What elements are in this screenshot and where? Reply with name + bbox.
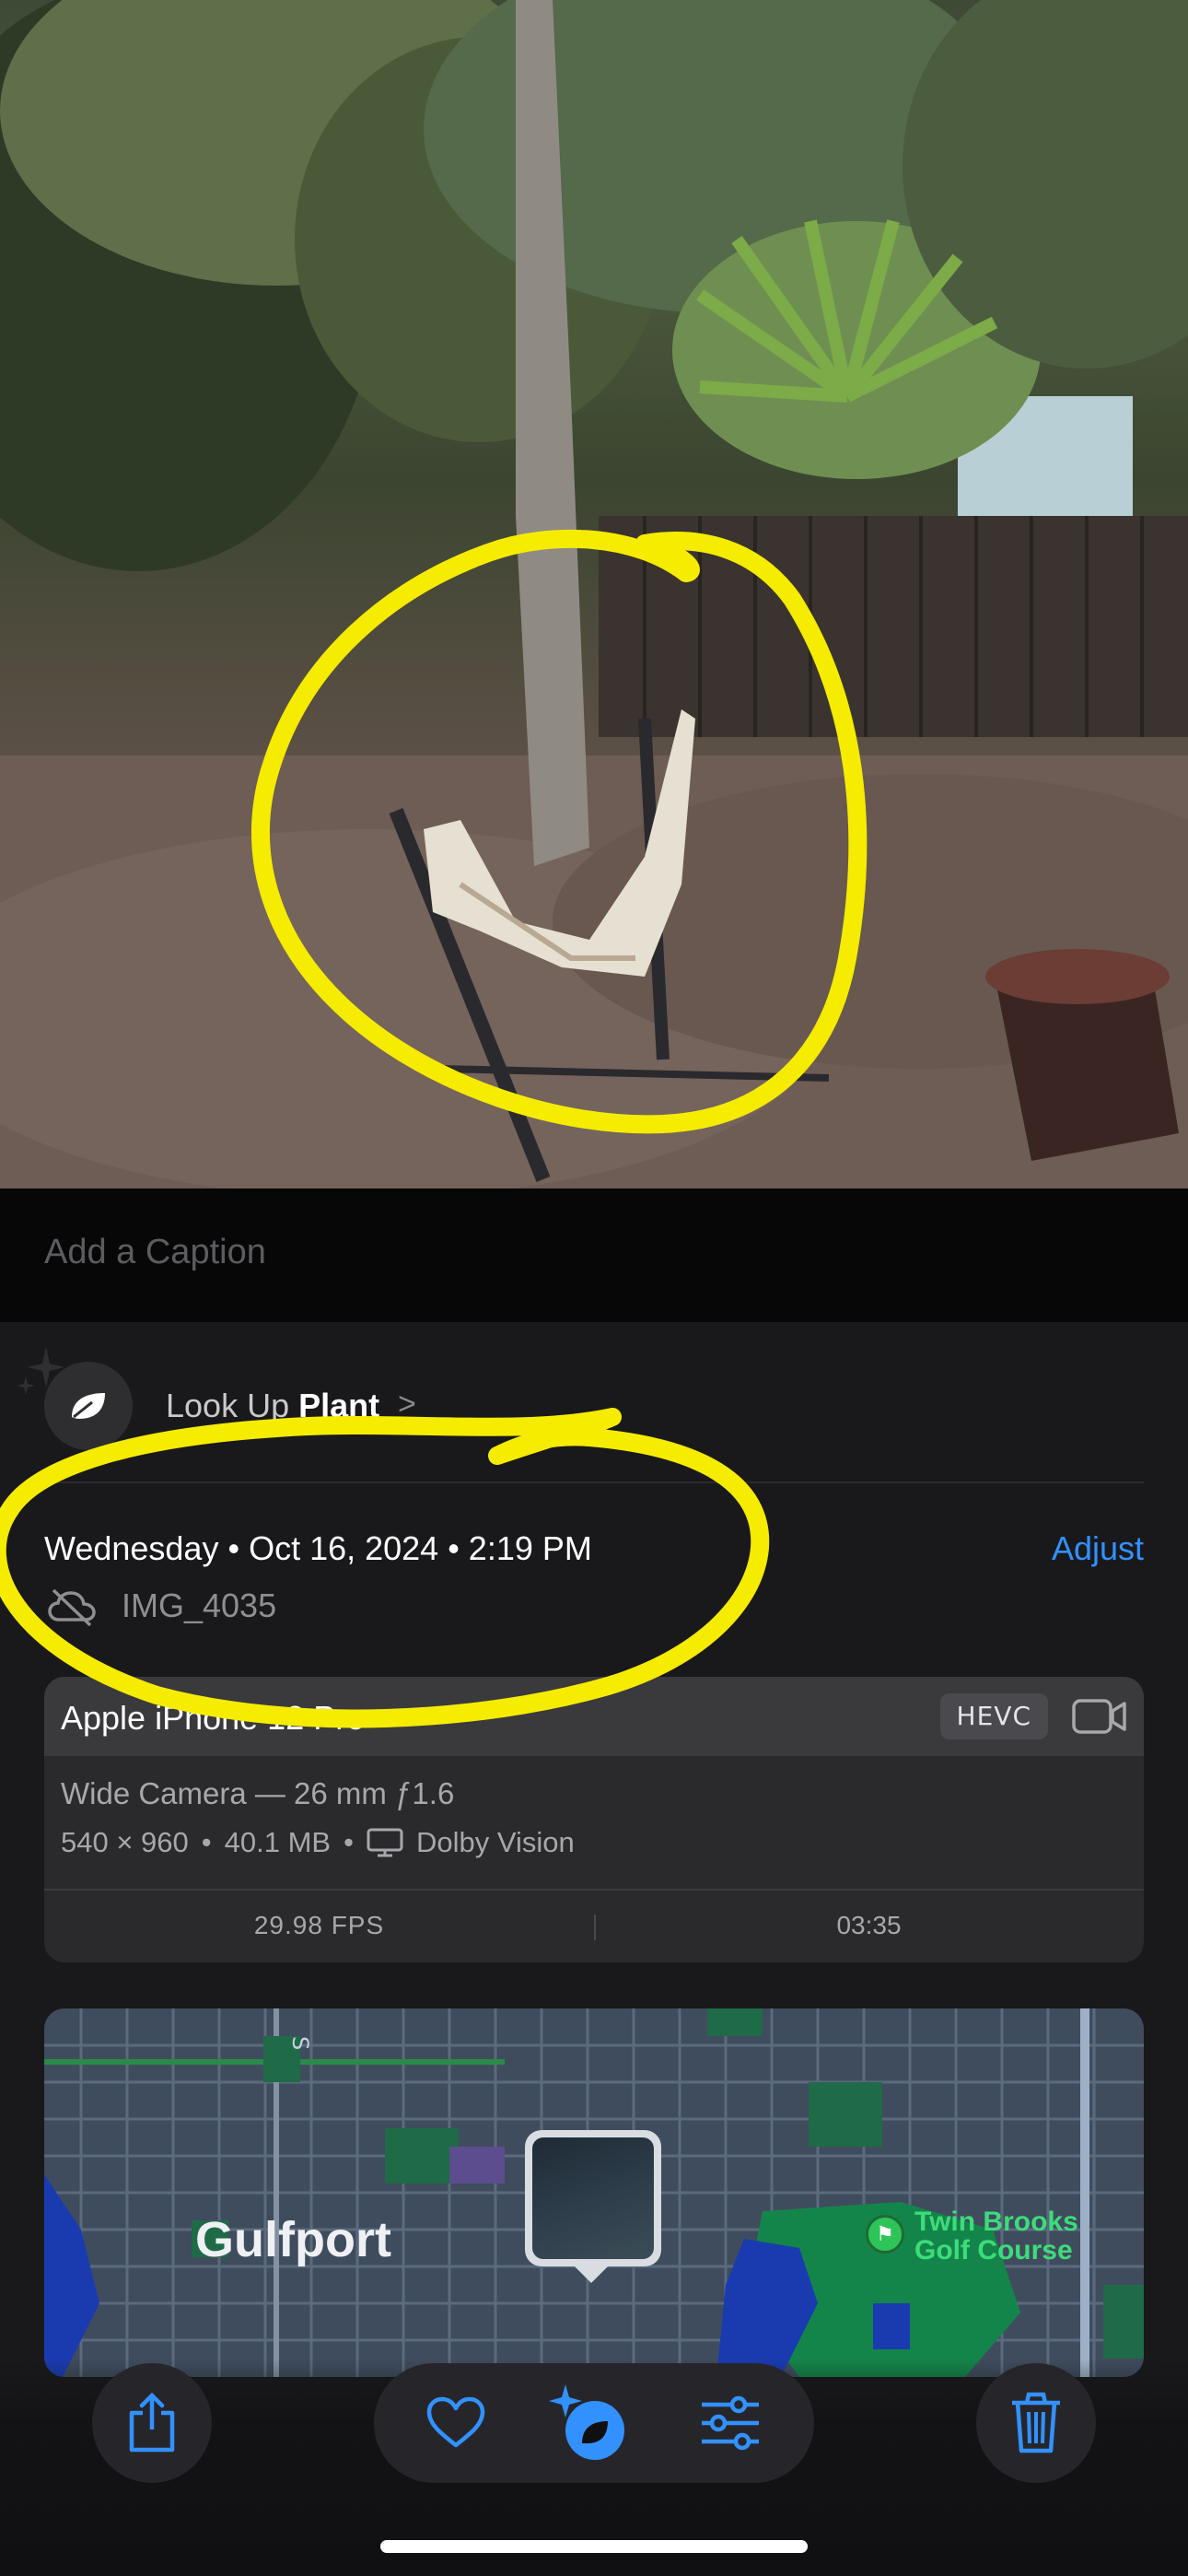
chevron-right-icon: > xyxy=(398,1387,416,1422)
divider xyxy=(44,1889,1144,1891)
map-city-label: Gulfport xyxy=(195,2212,391,2267)
video-duration: 03:35 xyxy=(836,1911,902,1939)
divider xyxy=(44,1481,1144,1483)
file-size: 40.1 MB xyxy=(224,1826,332,1858)
camera-card-header: Apple iPhone 12 Pro HEVC xyxy=(44,1677,1144,1756)
look-up-subject: Plant xyxy=(298,1387,380,1424)
visual-lookup-icon xyxy=(549,2384,624,2460)
format-badge: HEVC xyxy=(939,1693,1048,1739)
trash-icon xyxy=(1012,2392,1060,2453)
look-up-plant-link[interactable]: Look Up Plant xyxy=(166,1387,379,1425)
photo-image xyxy=(0,0,1188,1188)
poi-line-1: Twin Brooks xyxy=(914,2207,1078,2237)
poi-line-2: Golf Course xyxy=(914,2235,1073,2266)
capture-date: Wednesday • Oct 16, 2024 • 2:19 PM xyxy=(44,1529,592,1567)
heart-icon xyxy=(426,2396,485,2448)
street-label: S xyxy=(287,2036,313,2050)
hdr-format: Dolby Vision xyxy=(415,1826,575,1858)
video-specs: 540 × 960 • 40.1 MB • Dolby Vision xyxy=(61,1826,575,1859)
golf-flag-icon: ⚑ xyxy=(866,2215,904,2254)
photo-location-pin[interactable] xyxy=(525,2130,661,2266)
bullet: • xyxy=(201,1826,212,1858)
cloud-slash-icon xyxy=(48,1588,96,1627)
pin-pointer xyxy=(573,2265,610,2283)
camera-info-card: Apple iPhone 12 Pro HEVC Wide Camera — 2… xyxy=(44,1677,1144,1962)
caption-area[interactable]: Add a Caption xyxy=(0,1188,1188,1322)
caption-input[interactable]: Add a Caption xyxy=(44,1233,266,1272)
share-button[interactable] xyxy=(92,2363,212,2483)
share-icon xyxy=(129,2392,175,2453)
display-icon xyxy=(367,1828,403,1857)
edit-adjust-button[interactable] xyxy=(696,2391,764,2455)
delete-button[interactable] xyxy=(976,2363,1096,2483)
resolution: 540 × 960 xyxy=(61,1826,189,1858)
look-up-prefix: Look Up xyxy=(166,1387,299,1424)
map-poi-label: Twin Brooks Golf Course xyxy=(914,2207,1078,2265)
adjust-sliders-icon xyxy=(702,2395,759,2451)
favorite-button[interactable] xyxy=(420,2393,492,2453)
video-camera-icon xyxy=(1072,1699,1126,1734)
visual-lookup-button[interactable] xyxy=(543,2379,635,2471)
device-name: Apple iPhone 12 Pro xyxy=(61,1699,366,1737)
lens-info: Wide Camera — 26 mm ƒ1.6 xyxy=(61,1776,455,1810)
photo-viewer[interactable] xyxy=(0,0,1188,1188)
visual-lookup-leaf-icon[interactable] xyxy=(44,1362,133,1450)
frame-rate: 29.98 FPS xyxy=(253,1911,385,1939)
file-name: IMG_4035 xyxy=(122,1587,277,1624)
home-indicator xyxy=(380,2540,808,2553)
bullet: • xyxy=(344,1826,354,1858)
adjust-date-button[interactable]: Adjust xyxy=(1052,1529,1144,1568)
photo-thumbnail xyxy=(532,2137,654,2259)
